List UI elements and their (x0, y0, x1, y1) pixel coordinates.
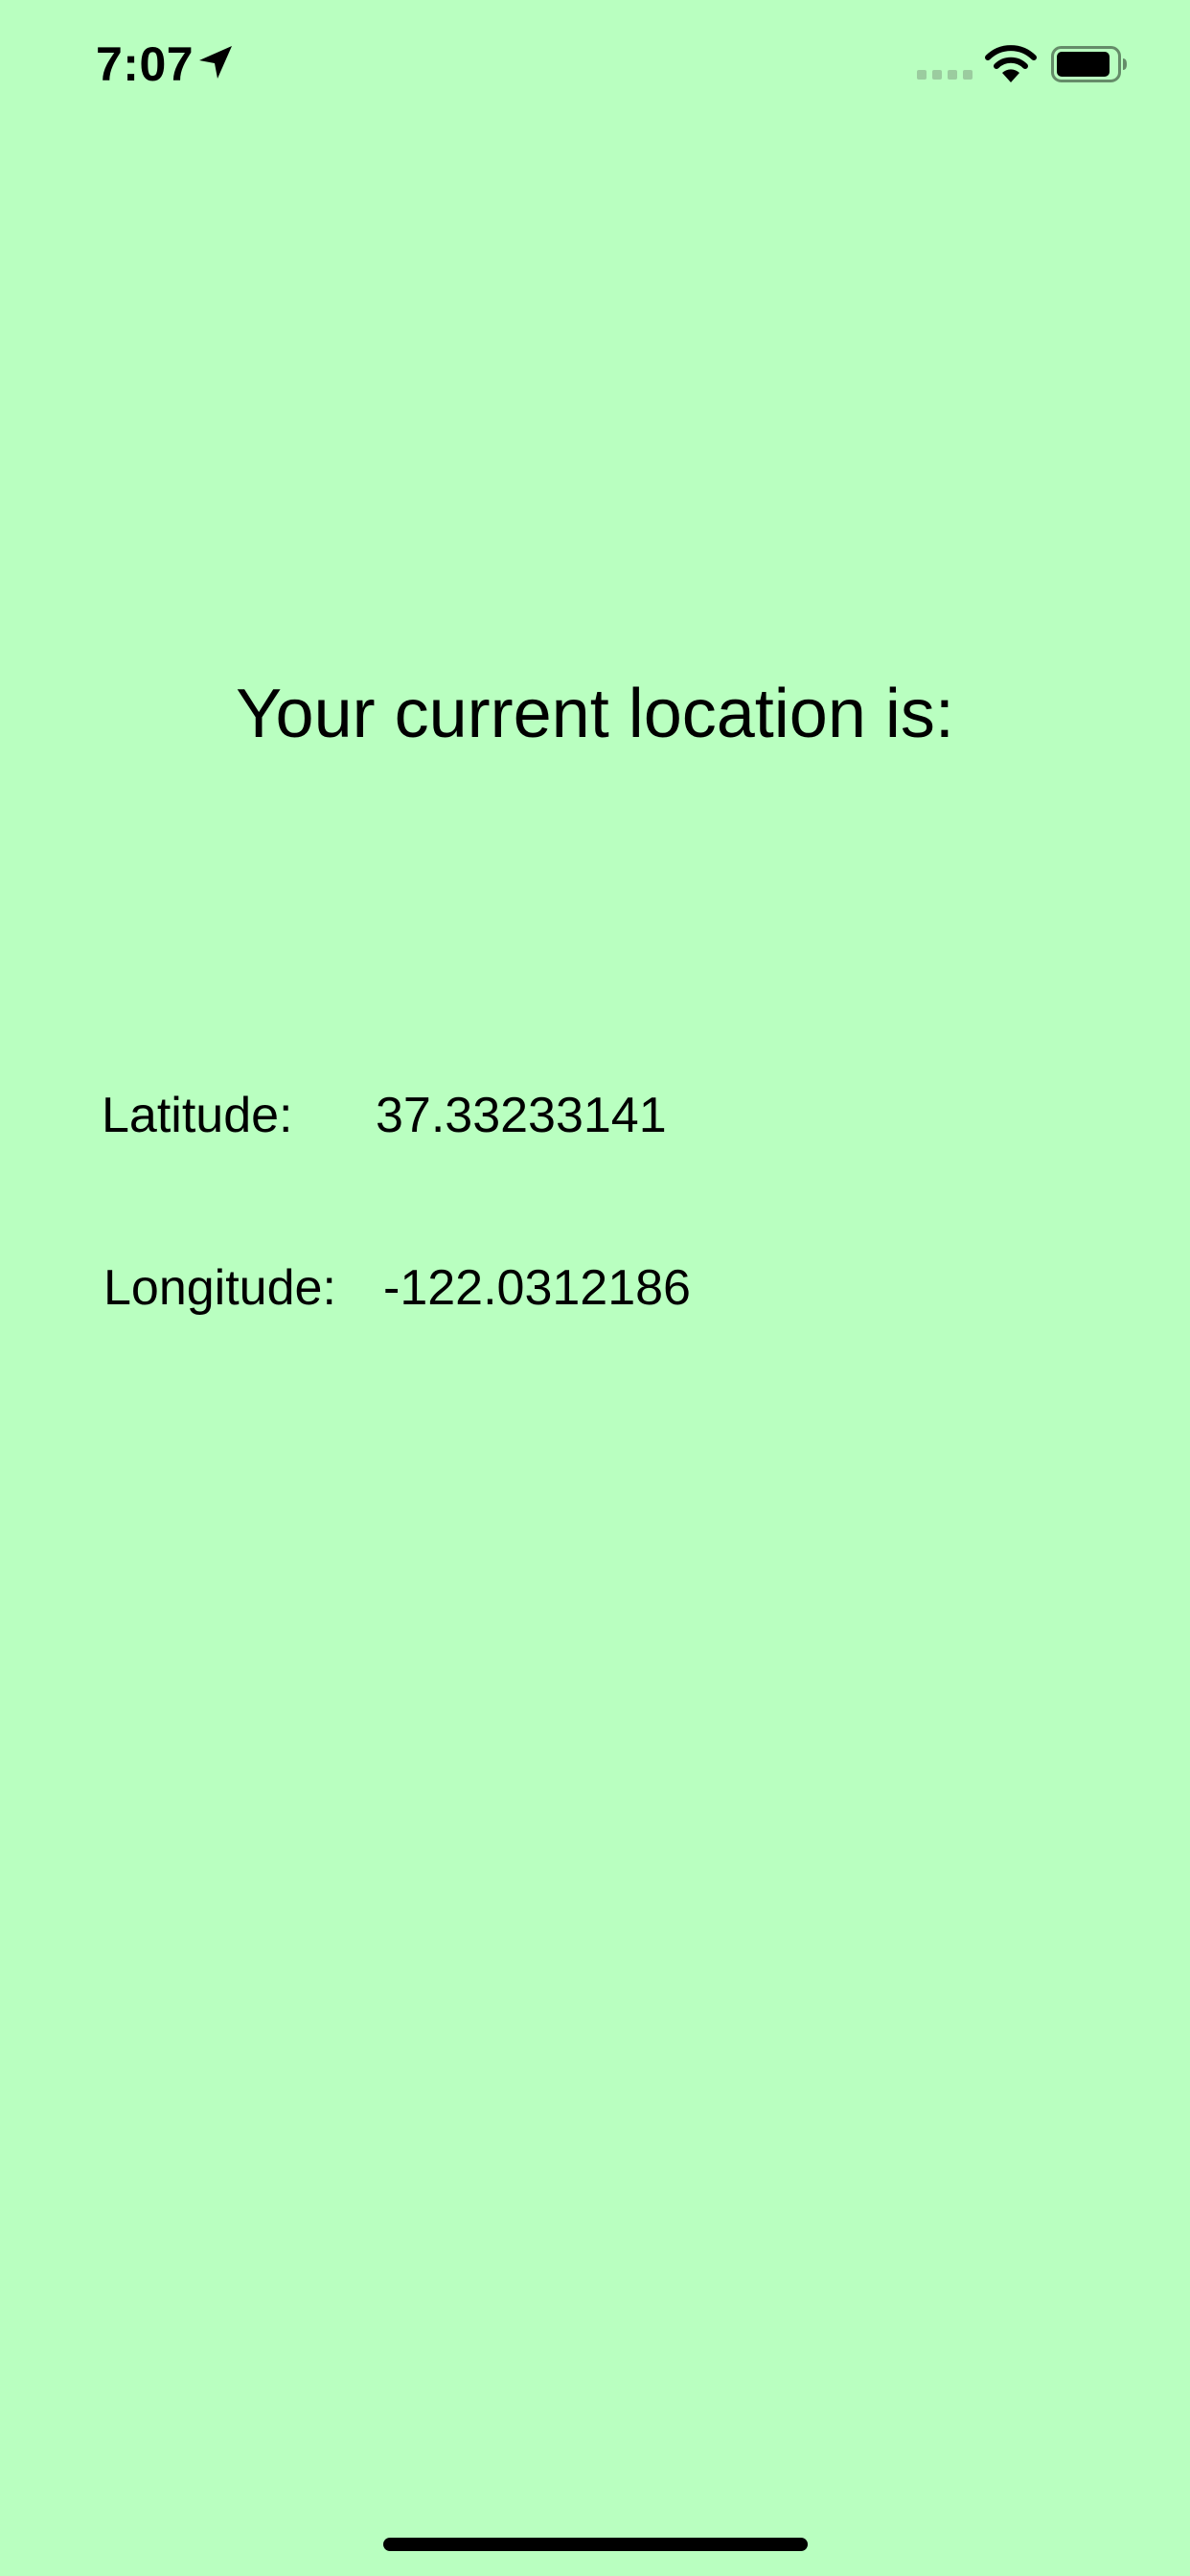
cellular-signal-icon (917, 70, 973, 80)
longitude-label: Longitude: (103, 1260, 336, 1316)
location-arrow-icon (199, 46, 232, 79)
latitude-label: Latitude: (102, 1088, 293, 1143)
status-time: 7:07 (96, 37, 195, 91)
home-indicator[interactable] (383, 2538, 808, 2551)
page-title: Your current location is: (236, 676, 954, 752)
battery-icon (1051, 46, 1127, 82)
longitude-value: -122.0312186 (383, 1260, 691, 1316)
wifi-icon (985, 45, 1037, 82)
latitude-value: 37.33233141 (376, 1088, 667, 1143)
